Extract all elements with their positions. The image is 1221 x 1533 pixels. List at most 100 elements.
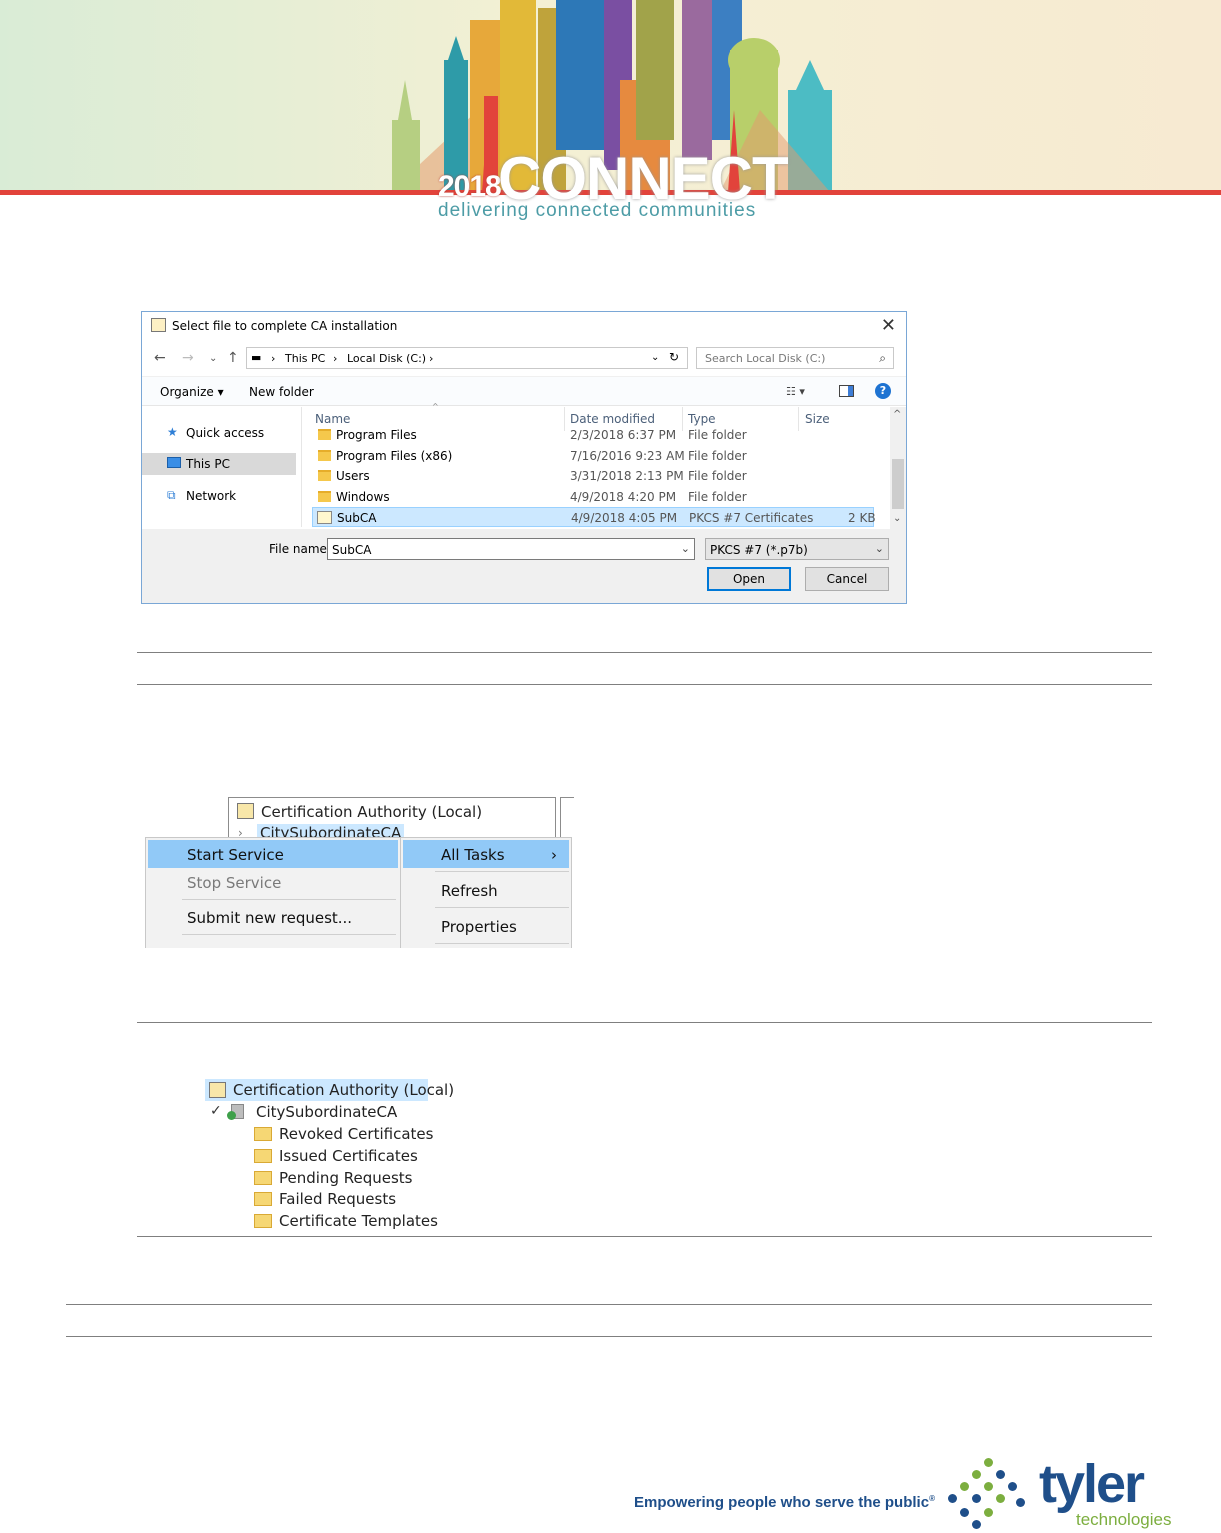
tree-folder-templates[interactable]: Certificate Templates <box>279 1212 438 1230</box>
horizontal-rule <box>137 684 1152 685</box>
file-row[interactable]: Program Files (x86) 7/16/2016 9:23 AM Fi… <box>312 446 874 466</box>
ca-tree-pane: Certification Authority (Local) › CitySu… <box>228 797 556 842</box>
dialog-footer: File name: SubCA ⌄ PKCS #7 (*.p7b) ⌄ Ope… <box>142 529 906 603</box>
column-size[interactable]: Size <box>805 412 830 426</box>
column-name[interactable]: Name <box>315 412 350 426</box>
menu-item-start-service[interactable]: Start Service <box>187 846 284 864</box>
connect-banner: 2018 CONNECT delivering connected commun… <box>0 0 1221 232</box>
search-placeholder: Search Local Disk (C:) <box>705 352 826 365</box>
horizontal-rule <box>66 1304 1152 1305</box>
menu-item-properties[interactable]: Properties <box>441 918 517 936</box>
chevron-down-icon[interactable]: ⌄ <box>875 542 884 555</box>
folder-icon <box>254 1171 272 1185</box>
menu-separator <box>435 943 569 944</box>
column-date-modified[interactable]: Date modified <box>570 412 655 426</box>
collapse-chevron-icon[interactable]: ✓ <box>210 1103 222 1119</box>
organize-menu[interactable]: Organize ▾ <box>160 385 224 399</box>
file-type: File folder <box>688 449 747 463</box>
menu-separator <box>182 899 396 900</box>
search-box[interactable]: Search Local Disk (C:) ⌕ <box>696 347 894 369</box>
nav-this-pc[interactable]: This PC <box>142 453 296 475</box>
file-date: 7/16/2016 9:23 AM <box>570 449 685 463</box>
breadcrumb-this-pc[interactable]: This PC <box>285 352 325 365</box>
tree-root-label[interactable]: Certification Authority (Local) <box>233 1081 454 1099</box>
all-tasks-submenu: All Tasks › Refresh Properties <box>400 837 572 948</box>
nav-quick-access[interactable]: ★ Quick access <box>142 422 296 444</box>
address-bar[interactable]: ▬ › This PC › Local Disk (C:) › ⌄ ↻ <box>246 347 688 369</box>
file-date: 4/9/2018 4:20 PM <box>570 490 677 504</box>
file-row[interactable]: Program Files 2/3/2018 6:37 PM File fold… <box>312 425 874 445</box>
certification-authority-icon <box>237 803 254 819</box>
certificate-icon <box>151 318 166 332</box>
pane-edge <box>560 797 574 837</box>
open-button[interactable]: Open <box>707 567 791 591</box>
menu-separator <box>182 934 396 935</box>
tyler-wordmark: tyler <box>1039 1454 1145 1514</box>
breadcrumb-separator: › <box>429 352 434 365</box>
file-row[interactable]: Windows 4/9/2018 4:20 PM File folder <box>312 487 874 507</box>
column-type[interactable]: Type <box>688 412 716 426</box>
computer-icon <box>167 457 181 468</box>
address-dropdown-icon[interactable]: ⌄ <box>651 352 659 363</box>
nav-network[interactable]: ⧉ Network <box>142 485 296 507</box>
menu-item-submit-request[interactable]: Submit new request... <box>187 909 352 927</box>
file-row[interactable]: Users 3/31/2018 2:13 PM File folder <box>312 466 874 486</box>
refresh-icon[interactable]: ↻ <box>669 350 679 364</box>
certificate-file-icon <box>317 511 332 524</box>
scroll-up-icon[interactable]: ^ <box>893 409 901 420</box>
file-list-scrollbar[interactable]: ^ ⌄ <box>890 407 906 529</box>
tree-server-label[interactable]: CitySubordinateCA <box>256 1103 397 1121</box>
scroll-down-icon[interactable]: ⌄ <box>893 513 901 524</box>
scroll-thumb[interactable] <box>892 459 904 509</box>
tree-root-label[interactable]: Certification Authority (Local) <box>261 803 482 821</box>
menu-separator <box>435 871 569 872</box>
folder-icon <box>318 470 331 481</box>
tree-folder-pending[interactable]: Pending Requests <box>279 1169 412 1187</box>
new-folder-button[interactable]: New folder <box>249 385 314 399</box>
file-size: 2 KB <box>848 511 876 525</box>
chevron-down-icon[interactable]: ⌄ <box>681 542 690 555</box>
star-icon: ★ <box>167 425 178 439</box>
recent-chevron-icon[interactable]: ⌄ <box>209 353 217 364</box>
horizontal-rule <box>137 652 1152 653</box>
file-name: Program Files <box>336 428 417 442</box>
help-icon[interactable]: ? <box>875 383 891 399</box>
submenu-arrow-icon: › <box>551 846 557 864</box>
preview-pane-icon[interactable] <box>839 385 854 397</box>
tree-folder-issued[interactable]: Issued Certificates <box>279 1147 418 1165</box>
file-name: Windows <box>336 490 390 504</box>
folder-icon <box>254 1149 272 1163</box>
tree-folder-failed[interactable]: Failed Requests <box>279 1190 396 1208</box>
cancel-button[interactable]: Cancel <box>805 567 889 591</box>
view-options-icon[interactable]: ☷ ▾ <box>786 385 805 398</box>
breadcrumb-local-disk[interactable]: Local Disk (C:) <box>347 352 426 365</box>
file-type: PKCS #7 Certificates <box>689 511 814 525</box>
forward-arrow-icon[interactable]: → <box>182 350 194 366</box>
file-date: 3/31/2018 2:13 PM <box>570 469 684 483</box>
sort-arrow-icon: ^ <box>432 402 439 411</box>
file-type: File folder <box>688 428 747 442</box>
banner-year: 2018 <box>438 170 502 203</box>
folder-icon <box>254 1127 272 1141</box>
file-row-selected[interactable]: SubCA 4/9/2018 4:05 PM PKCS #7 Certifica… <box>312 507 876 527</box>
close-icon[interactable]: ✕ <box>881 315 896 336</box>
ca-server-icon <box>227 1104 244 1120</box>
back-arrow-icon[interactable]: ← <box>154 350 166 366</box>
network-icon: ⧉ <box>167 488 176 502</box>
file-type: File folder <box>688 469 747 483</box>
file-name-label: File name: <box>269 542 331 556</box>
file-list: ^ Name Date modified Type Size Program F… <box>310 402 890 529</box>
select-file-dialog: Select file to complete CA installation … <box>141 311 907 604</box>
menu-item-refresh[interactable]: Refresh <box>441 882 498 900</box>
file-name: Program Files (x86) <box>336 449 453 463</box>
context-menu: Start Service Stop Service Submit new re… <box>145 837 401 948</box>
folder-icon <box>254 1214 272 1228</box>
up-arrow-icon[interactable]: ↑ <box>227 350 239 366</box>
file-date: 2/3/2018 6:37 PM <box>570 428 677 442</box>
file-name-input[interactable]: SubCA ⌄ <box>327 538 695 560</box>
file-type-select[interactable]: PKCS #7 (*.p7b) ⌄ <box>705 538 889 560</box>
horizontal-rule <box>137 1236 1152 1237</box>
banner-tagline: delivering connected communities <box>438 200 757 221</box>
menu-item-all-tasks[interactable]: All Tasks <box>441 846 505 864</box>
tree-folder-revoked[interactable]: Revoked Certificates <box>279 1125 433 1143</box>
